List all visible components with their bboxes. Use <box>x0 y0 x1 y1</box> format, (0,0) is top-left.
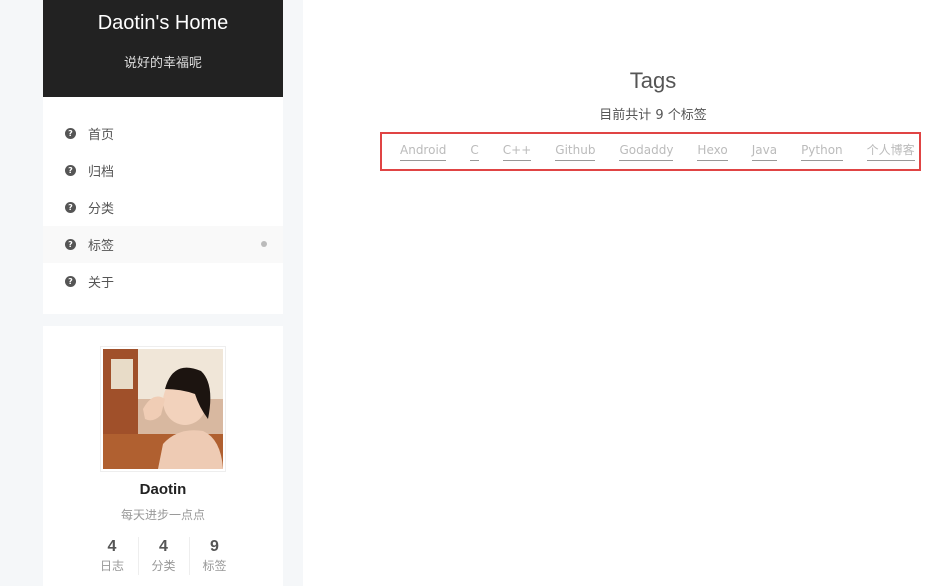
stat-count: 4 <box>107 538 117 555</box>
author-name: Daotin <box>139 481 187 498</box>
tag-link[interactable]: C <box>470 143 479 161</box>
tag-link[interactable]: Android <box>400 143 447 161</box>
author-overview: Daotin 每天进步一点点 4 日志 4 分类 9 标签 <box>43 326 283 586</box>
stat-posts[interactable]: 4 日志 <box>87 537 138 575</box>
tag-cloud: Android C C++ Github Godaddy Hexo Java P… <box>380 132 921 171</box>
menu-item-label: 标签 <box>88 239 115 254</box>
tags-summary: 目前共计 9 个标签 <box>599 108 707 123</box>
stat-label: 分类 <box>151 559 176 573</box>
tag-link[interactable]: Godaddy <box>619 143 674 161</box>
question-circle-icon: ? <box>65 239 76 250</box>
main-menu: ? 首页 ? 归档 ? 分类 ? 标签 ? 关于 <box>43 97 283 314</box>
main-content: Tags 目前共计 9 个标签 Android C C++ Github God… <box>303 0 943 586</box>
page: Daotin's Home 说好的幸福呢 ? 首页 ? 归档 ? 分类 ? 标签 <box>0 0 943 586</box>
active-indicator-dot <box>261 241 267 247</box>
menu-item-categories[interactable]: ? 分类 <box>43 189 283 226</box>
stat-categories[interactable]: 4 分类 <box>137 537 189 575</box>
stat-count: 9 <box>210 538 219 555</box>
menu-item-about[interactable]: ? 关于 <box>43 263 283 300</box>
question-circle-icon: ? <box>65 276 76 287</box>
tag-link[interactable]: Java <box>751 143 778 161</box>
tag-link[interactable]: C++ <box>502 143 532 161</box>
author-motto: 每天进步一点点 <box>120 508 205 522</box>
avatar-image <box>103 349 223 469</box>
menu-item-label: 首页 <box>88 128 115 143</box>
tag-link[interactable]: Github <box>555 143 596 161</box>
stat-label: 标签 <box>202 559 227 573</box>
tag-link[interactable]: Python <box>801 143 843 161</box>
question-circle-icon: ? <box>65 202 76 213</box>
menu-item-label: 分类 <box>88 202 115 217</box>
sidebar: Daotin's Home 说好的幸福呢 ? 首页 ? 归档 ? 分类 ? 标签 <box>43 0 283 586</box>
menu-item-archives[interactable]: ? 归档 <box>43 152 283 189</box>
question-circle-icon: ? <box>65 128 76 139</box>
menu-item-home[interactable]: ? 首页 <box>43 115 283 152</box>
menu-item-tags[interactable]: ? 标签 <box>43 226 283 263</box>
tag-link[interactable]: 个人博客 <box>866 143 915 161</box>
page-title: Tags <box>629 68 677 93</box>
site-brand: Daotin's Home 说好的幸福呢 <box>43 0 283 97</box>
stat-label: 日志 <box>99 559 124 573</box>
menu-item-label: 关于 <box>88 276 115 291</box>
avatar <box>100 346 226 472</box>
site-subtitle: 说好的幸福呢 <box>123 56 202 71</box>
site-stats: 4 日志 4 分类 9 标签 <box>43 537 283 575</box>
menu-item-label: 归档 <box>88 165 115 180</box>
site-title[interactable]: Daotin's Home <box>43 10 283 36</box>
question-circle-icon: ? <box>65 165 76 176</box>
stat-tags[interactable]: 9 标签 <box>188 537 240 575</box>
tag-link[interactable]: Hexo <box>697 143 728 161</box>
stat-count: 4 <box>159 538 168 555</box>
